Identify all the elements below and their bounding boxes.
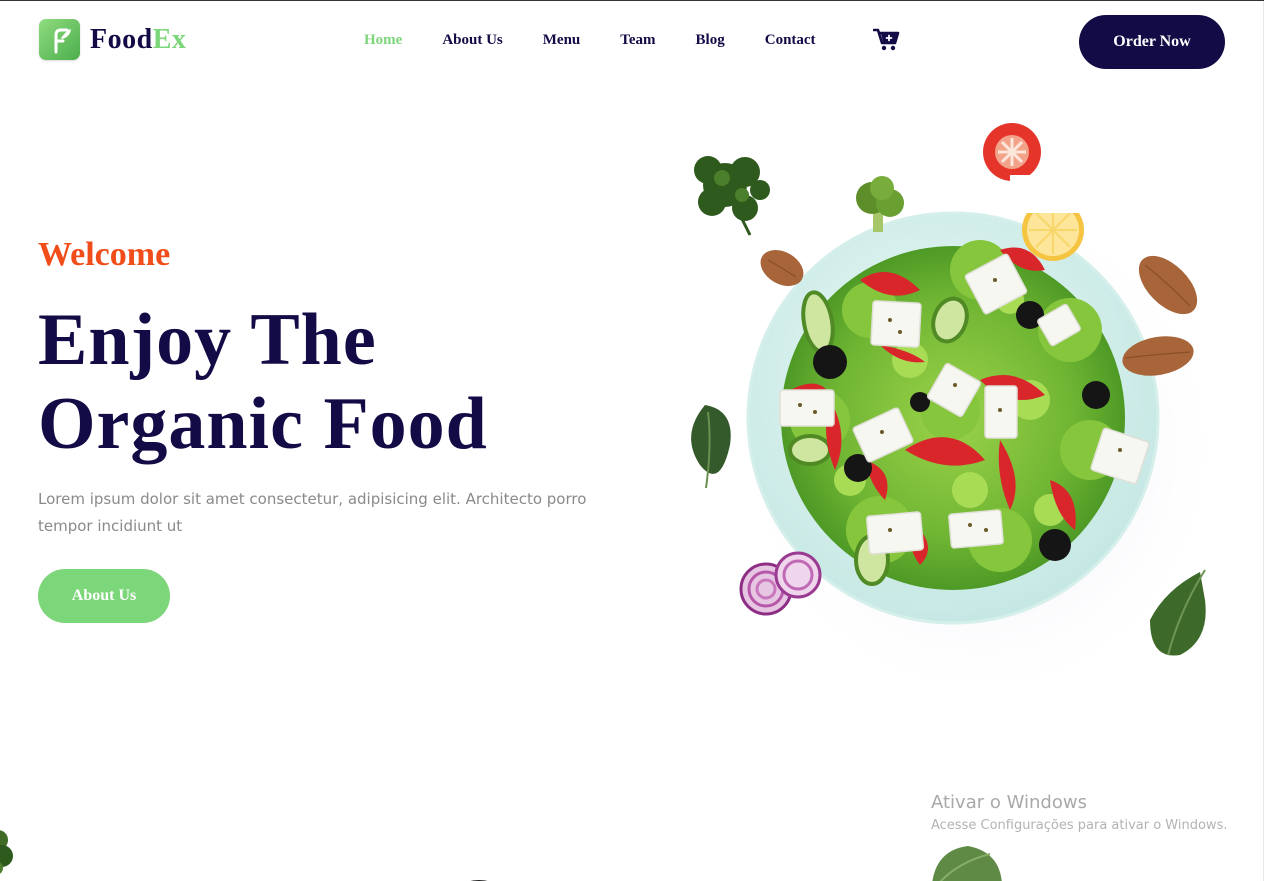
tomato-slice-icon xyxy=(983,123,1041,181)
spinach-leaf-decoration xyxy=(932,846,1002,881)
hero-eyebrow: Welcome xyxy=(38,236,171,273)
main-nav: Home About Us Menu Team Blog Contact xyxy=(364,32,856,49)
hero-title: Enjoy The Organic Food xyxy=(38,298,598,466)
hero-title-line2: Organic Food xyxy=(38,383,488,465)
order-now-button[interactable]: Order Now xyxy=(1079,15,1225,69)
nav-team[interactable]: Team xyxy=(620,32,655,49)
brand-logo[interactable]: FoodEx xyxy=(39,19,186,60)
parsley-decoration xyxy=(0,830,13,874)
brand-name-part1: Food xyxy=(90,23,153,55)
windows-activation-subtitle: Acesse Configurações para ativar o Windo… xyxy=(931,818,1228,833)
leaf-logo-icon xyxy=(39,19,80,60)
nav-blog[interactable]: Blog xyxy=(696,32,725,49)
hero-title-line1: Enjoy The xyxy=(38,299,377,381)
nav-about-us[interactable]: About Us xyxy=(442,32,502,49)
brand-name-part2: Ex xyxy=(152,23,187,55)
nav-home[interactable]: Home xyxy=(364,32,402,49)
nav-menu[interactable]: Menu xyxy=(543,32,581,49)
brand-name: FoodEx xyxy=(90,24,186,56)
salad-bowl-illustration xyxy=(691,123,1230,710)
hero-description: Lorem ipsum dolor sit amet consectetur, … xyxy=(38,490,587,535)
cart-plus-icon[interactable] xyxy=(872,27,901,53)
nav-contact[interactable]: Contact xyxy=(765,32,816,49)
about-us-button[interactable]: About Us xyxy=(38,569,170,623)
windows-activation-title: Ativar o Windows xyxy=(931,792,1087,813)
window-top-border xyxy=(0,0,1264,1)
dark-bowl-decoration xyxy=(470,880,488,881)
